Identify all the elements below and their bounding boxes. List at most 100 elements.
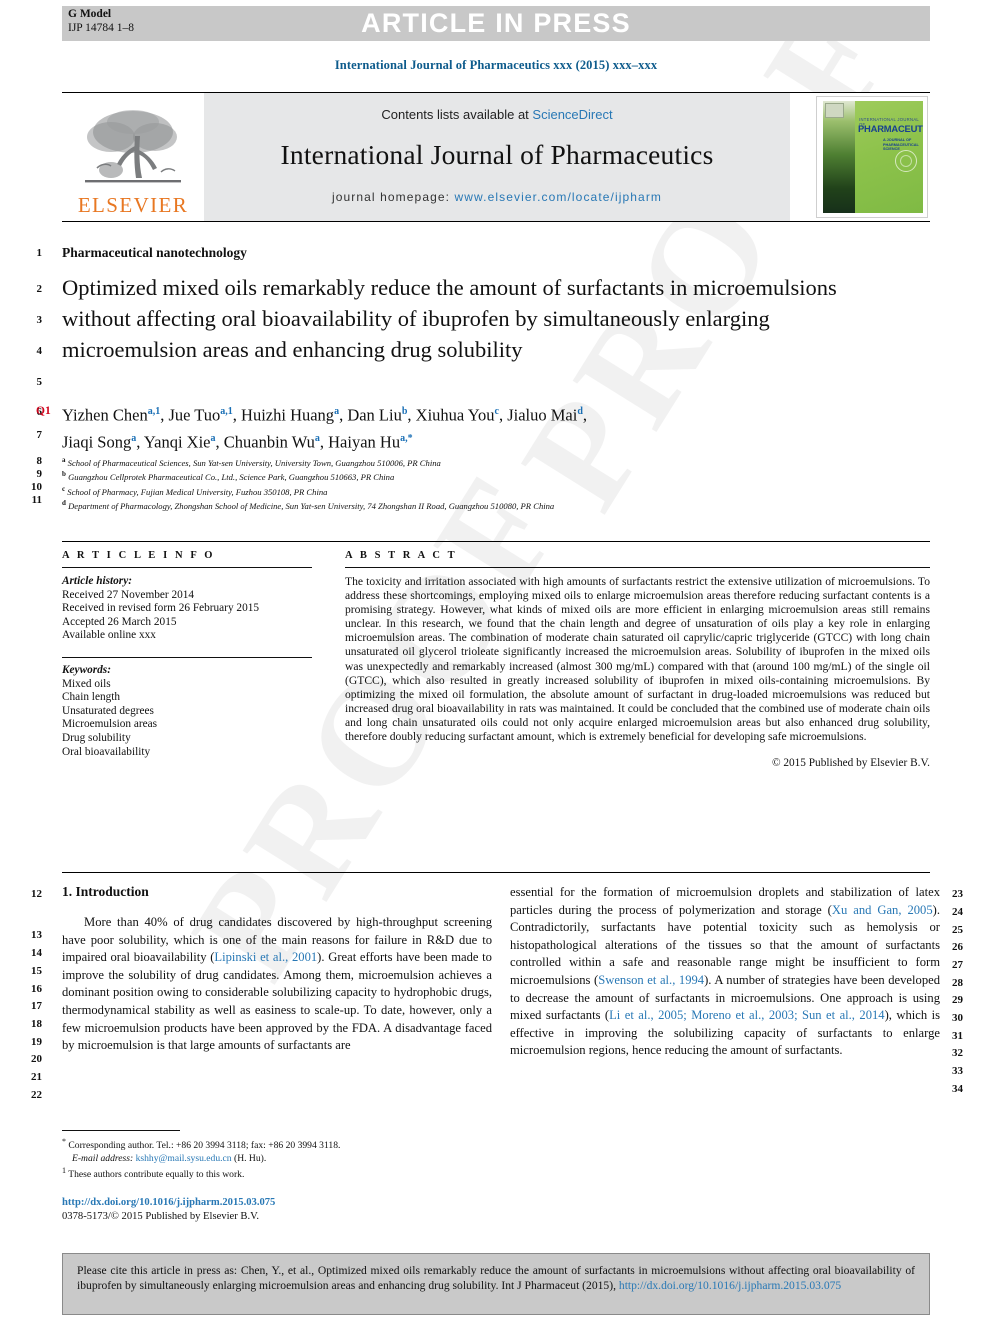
line-number: 18 [31, 1018, 42, 1030]
doi-link[interactable]: http://dx.doi.org/10.1016/j.ijpharm.2015… [62, 1196, 502, 1210]
author-affil-marker: a,1 [220, 406, 233, 417]
citation-link[interactable]: Xu and Gan, 2005 [832, 903, 933, 917]
elsevier-tree-icon [85, 110, 181, 183]
cite-this-article-box: Please cite this article in press as: Ch… [62, 1253, 930, 1315]
citation-link[interactable]: Swenson et al., 1994 [598, 973, 704, 987]
cover-badge [825, 103, 844, 119]
homepage-url-link[interactable]: www.elsevier.com/locate/ijpharm [455, 190, 663, 204]
author-affil-marker: a,1 [147, 406, 161, 417]
email-link[interactable]: kshhy@mail.sysu.edu.cn [136, 1153, 232, 1164]
abstract-text: The toxicity and irritation associated w… [345, 575, 930, 744]
affiliation-marker: a [62, 456, 66, 464]
line-number: 23 [952, 888, 963, 900]
article-history: Article history: Received 27 November 20… [62, 575, 312, 643]
keywords-label: Keywords: [62, 663, 111, 676]
affiliation-marker: b [62, 470, 66, 479]
line-number: 7 [36, 429, 43, 441]
author-name: Dan Liu [347, 405, 402, 425]
line-number: 16 [31, 983, 42, 995]
section-divider [62, 872, 930, 873]
author-affil-marker: a [131, 432, 137, 444]
line-number: 21 [31, 1071, 42, 1083]
line-number: 32 [952, 1047, 963, 1059]
article-title: Optimized mixed oils remarkably reduce t… [62, 275, 837, 362]
history-label: Article history: [62, 575, 132, 587]
affiliation-marker: c [62, 484, 66, 493]
line-number: 25 [952, 924, 963, 936]
journal-masthead: ELSEVIER Contents lists available at Sci… [62, 92, 930, 222]
cover-title: PHARMACEUTICS [858, 123, 923, 135]
g-model-line1: G Model [68, 8, 112, 20]
line-number: 14 [31, 947, 42, 959]
line-number: 13 [31, 929, 42, 941]
cover-subtitle: A JOURNAL OF PHARMACEUTICAL SCIENCE [883, 137, 919, 152]
line-number: 11 [31, 494, 42, 506]
email-suffix: (H. Hu). [234, 1152, 267, 1164]
line-number: 9 [36, 468, 43, 480]
citation-link[interactable]: Li et al., 2005; Moreno et al., 2003; Su… [609, 1008, 884, 1022]
author-name: Jiaqi Song [62, 432, 132, 451]
homepage-prefix: journal homepage: [331, 189, 455, 204]
line-number: 29 [952, 994, 963, 1006]
article-in-press-band: ARTICLE IN PRESS [62, 6, 930, 41]
line-number: 20 [31, 1053, 42, 1065]
footnote-marker-star: * [62, 1137, 66, 1146]
history-item: Available online xxx [62, 629, 156, 642]
affiliation-text: School of Pharmacy, Fujian Medical Unive… [67, 486, 328, 497]
keyword-item: Unsaturated degrees [62, 704, 154, 717]
query-tag-q1[interactable]: Q1 [36, 405, 51, 417]
line-number: 2 [36, 283, 43, 295]
line-number: 19 [31, 1036, 42, 1048]
contents-line: Contents lists available at ScienceDirec… [381, 107, 612, 122]
cite-text: Please cite this article in press as: Ch… [77, 1263, 915, 1293]
history-item: Received 27 November 2014 [62, 588, 195, 601]
author-affil-marker: a [334, 406, 340, 417]
line-number: 31 [952, 1030, 963, 1042]
email-label: E-mail address: [72, 1152, 134, 1164]
keywords-rule [62, 656, 312, 658]
line-number: 12 [31, 888, 42, 900]
line-number: 15 [31, 965, 42, 977]
affiliation-marker: d [62, 499, 66, 508]
author-list: Yizhen Chena,1, Jue Tuoa,1, Huizhi Huang… [62, 405, 588, 452]
footnote-corresponding: * Corresponding author. Tel.: +86 20 399… [62, 1136, 502, 1165]
author-name: Huizhi Huang [241, 405, 335, 425]
cite-doi-link[interactable]: http://dx.doi.org/10.1016/j.ijpharm.2015… [619, 1279, 841, 1292]
affiliation-text: Department of Pharmacology, Zhongshan Sc… [68, 501, 555, 512]
article-info-column: A R T I C L E I N F O Article history: R… [62, 550, 312, 759]
history-item: Accepted 26 March 2015 [62, 615, 177, 628]
line-number: 30 [952, 1012, 963, 1024]
author-affil-marker: a [314, 432, 320, 444]
line-number: 10 [31, 481, 42, 493]
line-number: 24 [952, 906, 963, 918]
sciencedirect-link[interactable]: ScienceDirect [532, 107, 612, 122]
footnote-rule [62, 1130, 180, 1131]
affiliation-item: c School of Pharmacy, Fujian Medical Uni… [62, 484, 942, 498]
line-number: 8 [36, 455, 43, 467]
affiliation-text: Guangzhou Cellprotek Pharmaceutical Co.,… [68, 472, 395, 483]
affiliation-item: d Department of Pharmacology, Zhongshan … [62, 498, 942, 512]
line-number: 28 [952, 977, 963, 989]
article-info-heading: A R T I C L E I N F O [62, 550, 216, 561]
line-number: 17 [31, 1000, 42, 1012]
journal-reference: International Journal of Pharmaceutics x… [334, 58, 658, 72]
author-affil-marker: b [401, 406, 408, 417]
footnote-marker-1: 1 [62, 1166, 66, 1175]
author-affil-marker: a [210, 432, 216, 444]
author-name: Yanqi Xie [143, 432, 211, 451]
footnote-corresponding-text: Corresponding author. Tel.: +86 20 3994 … [68, 1140, 341, 1152]
footnote-equal-contribution: 1 These authors contribute equally to th… [62, 1165, 502, 1182]
journal-homepage-line: journal homepage: www.elsevier.com/locat… [332, 190, 662, 204]
abstract-heading: A B S T R A C T [345, 550, 458, 561]
abstract-column: A B S T R A C T The toxicity and irritat… [345, 550, 930, 769]
keyword-item: Mixed oils [62, 677, 111, 690]
keyword-item: Drug solubility [62, 731, 131, 744]
author-name: Jialuo Mai [507, 405, 578, 425]
abstract-copyright: © 2015 Published by Elsevier B.V. [771, 757, 930, 770]
citation-link[interactable]: Lipinski et al., 2001 [214, 950, 317, 964]
line-number: 33 [952, 1065, 963, 1077]
affiliation-item: b Guangzhou Cellprotek Pharmaceutical Co… [62, 469, 942, 483]
line-number: 5 [36, 376, 43, 388]
doi-block: http://dx.doi.org/10.1016/j.ijpharm.2015… [62, 1196, 502, 1223]
journal-title: International Journal of Pharmaceutics [280, 138, 714, 170]
